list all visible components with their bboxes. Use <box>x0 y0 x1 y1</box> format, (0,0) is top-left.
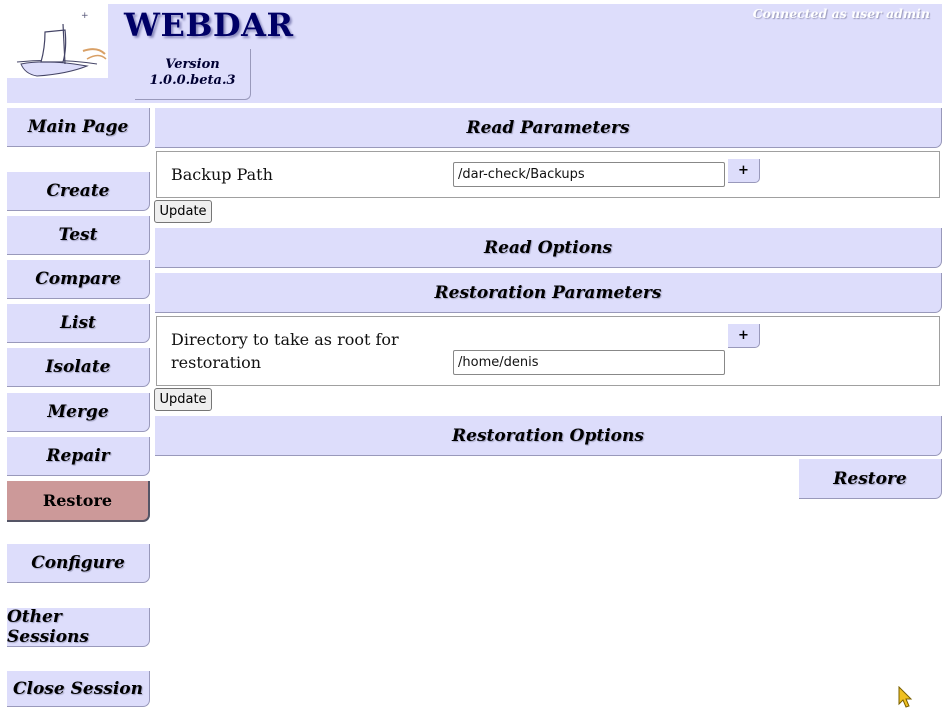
svg-text:+: + <box>81 11 89 21</box>
sidebar-item-repair[interactable]: Repair <box>7 437 150 476</box>
mouse-cursor-icon <box>898 686 913 708</box>
logo: + <box>7 4 108 78</box>
backup-path-plus-button[interactable]: + <box>728 159 760 183</box>
sidebar-item-isolate[interactable]: Isolate <box>7 348 150 387</box>
version-number: 1.0.0.beta.3 <box>149 73 236 88</box>
sidebar-item-main-page[interactable]: Main Page <box>7 108 150 147</box>
sidebar-item-compare[interactable]: Compare <box>7 260 150 299</box>
sidebar-item-list[interactable]: List <box>7 304 150 343</box>
root-directory-label-line2: restoration <box>171 353 262 372</box>
sidebar-item-other-sessions[interactable]: Other Sessions <box>7 607 150 647</box>
section-restoration-parameters[interactable]: Restoration Parameters <box>155 273 942 313</box>
sidebar-item-create[interactable]: Create <box>7 172 150 211</box>
backup-path-input[interactable]: /dar-check/Backups <box>453 162 725 187</box>
version-box: Version 1.0.0.beta.3 <box>135 49 251 100</box>
read-parameters-update-button[interactable]: Update <box>154 200 212 223</box>
backup-path-label: Backup Path <box>171 165 273 184</box>
connection-status: Connected as user admin <box>752 6 930 21</box>
restore-button[interactable]: Restore <box>799 459 942 499</box>
section-restoration-options[interactable]: Restoration Options <box>155 416 942 456</box>
app-title: WEBDAR <box>124 6 294 44</box>
sidebar-item-close-session[interactable]: Close Session <box>7 671 150 707</box>
sidebar-item-configure[interactable]: Configure <box>7 544 150 583</box>
root-directory-label-line1: Directory to take as root for <box>171 330 399 349</box>
section-read-parameters[interactable]: Read Parameters <box>155 108 942 148</box>
sidebar-item-restore[interactable]: Restore <box>7 481 150 522</box>
sidebar-item-merge[interactable]: Merge <box>7 393 150 432</box>
read-parameters-panel: Backup Path /dar-check/Backups + <box>156 151 940 198</box>
version-label: Version <box>165 57 220 72</box>
root-directory-plus-button[interactable]: + <box>728 324 760 348</box>
sailboat-logo-icon: + <box>16 11 107 77</box>
root-directory-input[interactable]: /home/denis <box>453 350 725 375</box>
restoration-parameters-update-button[interactable]: Update <box>154 388 212 411</box>
sidebar-item-test[interactable]: Test <box>7 216 150 255</box>
section-read-options[interactable]: Read Options <box>155 228 942 268</box>
restoration-parameters-panel: Directory to take as root for restoratio… <box>156 316 940 386</box>
